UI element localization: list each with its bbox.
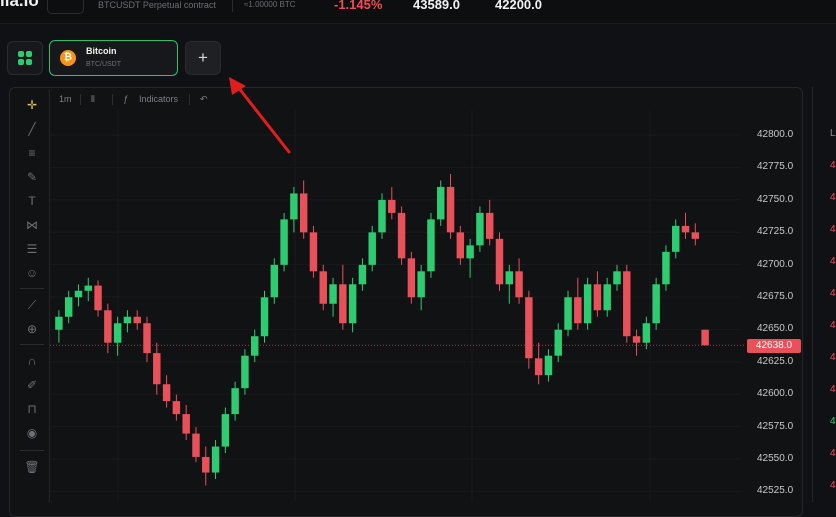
candle-body bbox=[94, 285, 102, 311]
candle-body bbox=[192, 433, 200, 457]
price-scale-label: 42700.0 bbox=[757, 258, 794, 270]
candle-body bbox=[505, 271, 514, 285]
candle-body bbox=[417, 271, 425, 298]
price-scale-label: 42600.0 bbox=[757, 388, 794, 400]
candle-body bbox=[329, 284, 337, 304]
candle-body bbox=[623, 271, 631, 337]
candle-body bbox=[250, 336, 259, 356]
candle-body bbox=[466, 245, 474, 259]
candle-body bbox=[378, 199, 386, 233]
price-scale-label: 42650.0 bbox=[757, 323, 794, 335]
current-price-tag: 42638.0 bbox=[747, 339, 801, 353]
candle-body bbox=[691, 232, 700, 239]
candle-body bbox=[241, 355, 249, 389]
strip-label: 4 bbox=[830, 192, 836, 203]
strip-label: 4 bbox=[830, 256, 836, 267]
candle-body bbox=[525, 297, 533, 359]
strip-label: 4 bbox=[830, 288, 836, 299]
candle-body bbox=[593, 284, 602, 311]
price-scale-label: 42525.0 bbox=[757, 485, 794, 497]
candle-body bbox=[662, 251, 670, 285]
price-scale-label: 42800.0 bbox=[757, 129, 794, 140]
price-scale-label: 42575.0 bbox=[757, 420, 794, 432]
candle-body bbox=[358, 264, 367, 285]
candle-body bbox=[348, 284, 357, 324]
candle-body bbox=[613, 271, 621, 285]
candle-body bbox=[123, 316, 132, 324]
candle-body bbox=[143, 323, 151, 354]
candle-body bbox=[437, 186, 445, 220]
order-book-strip: L 4 4 4 4 4 4 4 4 4 4 4 bbox=[812, 87, 836, 502]
price-scale-label: 42550.0 bbox=[757, 453, 794, 464]
price-scale-label: 42725.0 bbox=[757, 226, 794, 238]
candle-body bbox=[172, 401, 181, 415]
candle-body bbox=[446, 186, 455, 233]
candle-body bbox=[388, 199, 396, 213]
strip-label: 4 bbox=[830, 416, 836, 427]
candle-body bbox=[211, 446, 220, 473]
candle-body bbox=[672, 225, 680, 252]
candle-body bbox=[280, 219, 288, 265]
candle-body bbox=[476, 212, 484, 246]
candle-body bbox=[515, 271, 523, 298]
price-scale-label: 42675.0 bbox=[757, 291, 794, 302]
price-scale-label: 42775.0 bbox=[757, 161, 794, 173]
strip-label: 4 bbox=[830, 480, 836, 491]
candlestick-chart[interactable] bbox=[0, 0, 836, 502]
candle-body bbox=[221, 414, 230, 447]
candle-body bbox=[260, 297, 269, 337]
candle-body bbox=[84, 285, 92, 291]
strip-label: 4 bbox=[830, 352, 836, 363]
candle-body bbox=[339, 284, 347, 324]
candle-body bbox=[299, 193, 308, 233]
candle-body bbox=[632, 336, 641, 343]
candle-body bbox=[231, 388, 239, 415]
candle-body bbox=[564, 297, 572, 330]
annotation-arrow bbox=[236, 85, 291, 154]
candle-body bbox=[603, 284, 611, 311]
candle-body bbox=[55, 316, 63, 330]
candle-body bbox=[202, 456, 210, 473]
candle-body bbox=[642, 323, 651, 343]
candle-body bbox=[74, 290, 83, 298]
candle-body bbox=[182, 414, 190, 434]
candle-body bbox=[427, 219, 435, 272]
price-scale[interactable]: 42800.0 42775.0 42750.0 42725.0 42700.0 42675… bbox=[740, 92, 802, 502]
candle-body bbox=[64, 297, 73, 317]
candle-body bbox=[681, 225, 690, 233]
candle-body bbox=[574, 297, 582, 324]
candle-body bbox=[162, 384, 171, 402]
candle-body bbox=[290, 193, 298, 220]
strip-label: L bbox=[830, 128, 836, 139]
candle-body bbox=[113, 323, 122, 343]
candle-body bbox=[104, 310, 112, 343]
candle-body bbox=[407, 258, 416, 298]
strip-label: 4 bbox=[830, 320, 836, 331]
strip-label: 4 bbox=[830, 384, 836, 395]
candle-body bbox=[554, 329, 562, 356]
candle-body bbox=[495, 238, 504, 285]
candle-body bbox=[319, 271, 327, 304]
candle-body bbox=[583, 284, 592, 324]
candle-body bbox=[133, 316, 141, 324]
price-scale-label: 42750.0 bbox=[757, 193, 794, 205]
strip-label: 4 bbox=[830, 160, 836, 171]
candle-body bbox=[397, 212, 406, 259]
strip-label: 4 bbox=[830, 224, 836, 235]
candle-body bbox=[701, 329, 709, 346]
candle-body bbox=[485, 212, 494, 239]
price-scale-label: 42625.0 bbox=[757, 355, 794, 367]
candle-body bbox=[534, 358, 543, 376]
candle-body bbox=[309, 232, 318, 272]
candle-body bbox=[153, 353, 161, 385]
candle-body bbox=[368, 232, 376, 265]
candle-body bbox=[652, 284, 660, 324]
candle-body bbox=[544, 355, 553, 376]
strip-label: 4 bbox=[830, 448, 836, 459]
candle-body bbox=[270, 264, 279, 298]
candle-body bbox=[456, 232, 465, 259]
